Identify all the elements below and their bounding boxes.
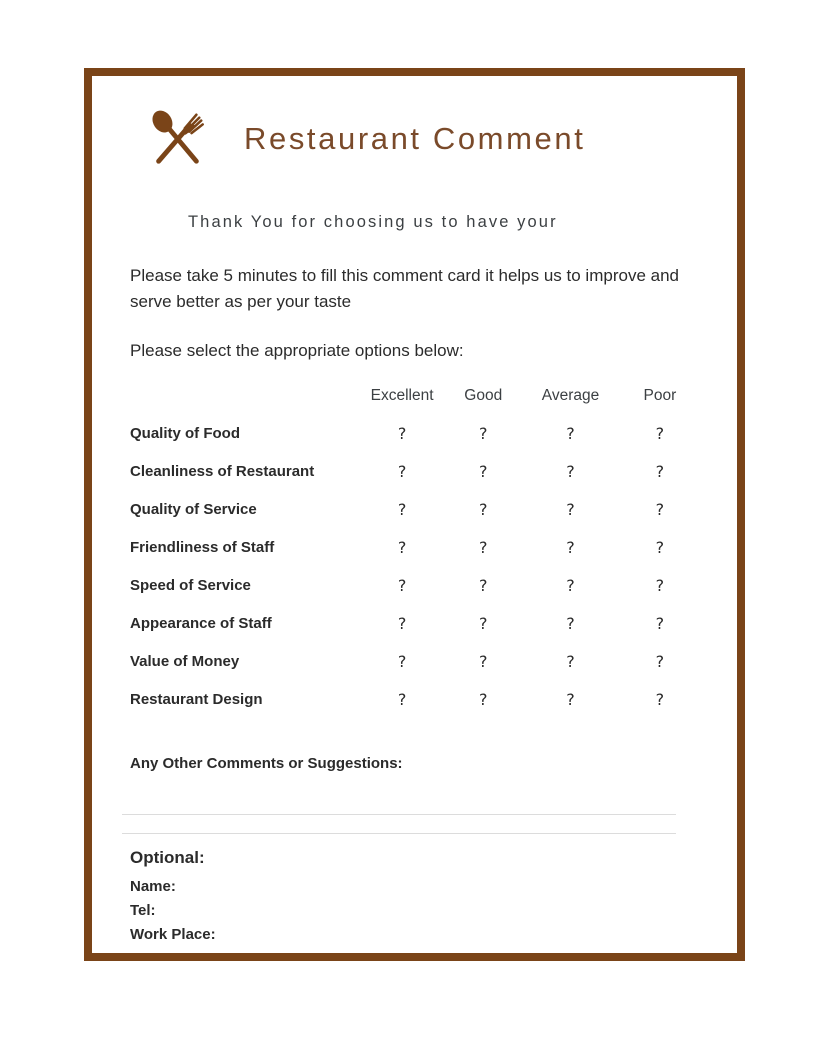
rating-option-good[interactable]: ? [443, 680, 523, 718]
comment-card-frame: Restaurant Comment Thank You for choosin… [84, 68, 745, 961]
rating-row-label: Friendliness of Staff [130, 538, 275, 556]
rating-option-good[interactable]: ? [443, 452, 523, 490]
rating-option-good[interactable]: ? [443, 604, 523, 642]
rating-column-header-average: Average [541, 387, 600, 404]
rating-option-good[interactable]: ? [443, 566, 523, 604]
comment-write-line[interactable] [122, 814, 676, 815]
rating-option-average[interactable]: ? [523, 414, 617, 452]
table-row: Friendliness of Staff???? [130, 528, 702, 566]
document-header: Restaurant Comment [146, 98, 585, 178]
rating-row-label: Speed of Service [130, 576, 251, 594]
comment-card-body: Restaurant Comment Thank You for choosin… [92, 76, 737, 953]
rating-row-label: Value of Money [130, 652, 240, 670]
rating-option-excellent[interactable]: ? [361, 604, 443, 642]
optional-section: Optional: Name: Tel: Work Place: [130, 848, 216, 947]
rating-option-excellent[interactable]: ? [361, 642, 443, 680]
rating-option-poor[interactable]: ? [618, 414, 702, 452]
rating-row-label: Quality of Service [130, 500, 257, 518]
subtitle-block: Thank You for choosing us to have your f… [188, 209, 624, 235]
table-row: Appearance of Staff???? [130, 604, 702, 642]
rating-column-header-excellent: Excellent [370, 387, 434, 404]
rating-table-body: Quality of Food???? Cleanliness of Restau… [130, 414, 702, 718]
rating-option-poor[interactable]: ? [618, 452, 702, 490]
page-title: Restaurant Comment [244, 120, 586, 156]
rating-label-header [130, 378, 361, 414]
rating-option-poor[interactable]: ? [618, 680, 702, 718]
table-row: Quality of Service???? [130, 490, 702, 528]
table-row: Restaurant Design???? [130, 680, 702, 718]
rating-option-average[interactable]: ? [523, 680, 617, 718]
rating-option-excellent[interactable]: ? [361, 528, 443, 566]
rating-option-average[interactable]: ? [523, 528, 617, 566]
comments-heading: Any Other Comments or Suggestions: [130, 755, 403, 772]
select-options-instruction: Please select the appropriate options be… [130, 341, 464, 360]
rating-option-excellent[interactable]: ? [361, 414, 443, 452]
rating-option-poor[interactable]: ? [618, 490, 702, 528]
comment-write-line[interactable] [122, 833, 676, 834]
rating-row-label: Restaurant Design [130, 690, 263, 708]
optional-field-name[interactable]: Name: [130, 875, 216, 899]
rating-row-label: Appearance of Staff [130, 614, 272, 632]
rating-option-good[interactable]: ? [443, 414, 523, 452]
rating-column-header-poor: Poor [643, 387, 677, 404]
rating-table-header-row: Excellent Good Average Poor [130, 378, 702, 414]
rating-option-poor[interactable]: ? [618, 566, 702, 604]
table-row: Value of Money???? [130, 642, 702, 680]
rating-option-good[interactable]: ? [443, 490, 523, 528]
rating-option-excellent[interactable]: ? [361, 452, 443, 490]
rating-table: Excellent Good Average Poor Quality of F… [130, 378, 702, 718]
intro-paragraph: Please take 5 minutes to fill this comme… [130, 266, 679, 311]
optional-field-work-place[interactable]: Work Place: [130, 923, 216, 947]
rating-option-poor[interactable]: ? [618, 604, 702, 642]
subtitle-line-1: Thank You for choosing us to have your [188, 213, 558, 231]
rating-option-excellent[interactable]: ? [361, 490, 443, 528]
rating-option-good[interactable]: ? [443, 528, 523, 566]
rating-row-label: Quality of Food [130, 424, 240, 442]
rating-option-poor[interactable]: ? [618, 528, 702, 566]
rating-table-head: Excellent Good Average Poor [130, 378, 702, 414]
rating-option-good[interactable]: ? [443, 642, 523, 680]
rating-option-excellent[interactable]: ? [361, 566, 443, 604]
rating-option-poor[interactable]: ? [618, 642, 702, 680]
rating-option-average[interactable]: ? [523, 642, 617, 680]
table-row: Cleanliness of Restaurant???? [130, 452, 702, 490]
rating-option-excellent[interactable]: ? [361, 680, 443, 718]
optional-field-tel[interactable]: Tel: [130, 899, 216, 923]
rating-option-average[interactable]: ? [523, 566, 617, 604]
rating-option-average[interactable]: ? [523, 452, 617, 490]
rating-option-average[interactable]: ? [523, 604, 617, 642]
optional-heading: Optional: [130, 848, 205, 867]
table-row: Quality of Food???? [130, 414, 702, 452]
table-row: Speed of Service???? [130, 566, 702, 604]
crossed-spoon-fork-icon [152, 110, 204, 164]
rating-option-average[interactable]: ? [523, 490, 617, 528]
rating-column-header-good: Good [464, 387, 503, 404]
rating-row-label: Cleanliness of Restaurant [130, 462, 315, 480]
